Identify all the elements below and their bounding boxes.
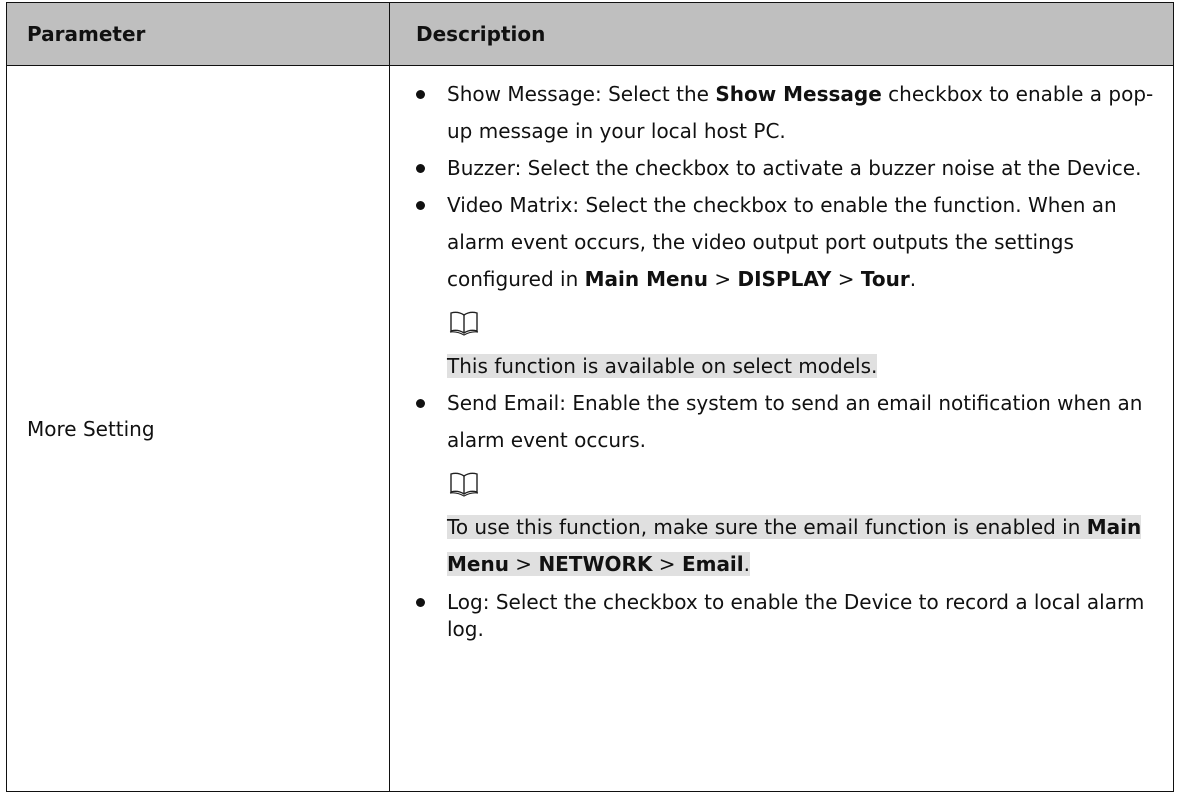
bullet-icon	[416, 598, 425, 607]
note-highlight: This function is available on select mod…	[447, 354, 878, 378]
book-note-icon	[449, 472, 479, 497]
list-item-show-message: Show Message: Select the Show Message ch…	[416, 76, 1163, 150]
menu-path-main-menu: Main Menu	[584, 267, 709, 291]
note-block-models: This function is available on select mod…	[416, 310, 1163, 385]
book-note-icon	[449, 311, 479, 336]
menu-path-network: NETWORK	[538, 552, 653, 576]
list-item-buzzer: Buzzer: Select the checkbox to activate …	[416, 150, 1163, 187]
bullet-icon	[416, 201, 425, 210]
description-cell: Show Message: Select the Show Message ch…	[389, 65, 1174, 792]
buzzer-text: Buzzer: Select the checkbox to activate …	[447, 156, 1142, 180]
sentence-end: .	[743, 552, 751, 576]
table-row: More Setting Show Message: Select the Sh…	[6, 65, 1174, 792]
show-message-bold: Show Message	[715, 82, 882, 106]
email-note-lead: To use this function, make sure the emai…	[447, 515, 1087, 539]
menu-path-separator: >	[652, 552, 682, 576]
bullet-icon	[416, 90, 425, 99]
log-text: Log: Select the checkbox to enable the D…	[447, 590, 1145, 641]
note-block-email: To use this function, make sure the emai…	[416, 471, 1163, 583]
note-text-models: This function is available on select mod…	[447, 348, 1163, 385]
bullet-icon	[416, 164, 425, 173]
menu-path-email: Email	[681, 552, 744, 576]
menu-path-display: DISPLAY	[737, 267, 832, 291]
parameter-cell: More Setting	[6, 65, 390, 792]
show-message-lead: Show Message: Select the	[447, 82, 716, 106]
note-text-email: To use this function, make sure the emai…	[447, 509, 1163, 583]
sentence-end: .	[909, 267, 917, 291]
header-description: Description	[389, 2, 1174, 66]
table-header-row: Parameter Description	[6, 2, 1174, 66]
bullet-icon	[416, 399, 425, 408]
parameter-table: Parameter Description More Setting Show …	[6, 2, 1174, 792]
list-item-send-email: Send Email: Enable the system to send an…	[416, 385, 1163, 459]
menu-path-separator: >	[831, 267, 861, 291]
menu-path-separator: >	[708, 267, 738, 291]
menu-path-tour: Tour	[860, 267, 910, 291]
header-parameter: Parameter	[6, 2, 390, 66]
send-email-text: Send Email: Enable the system to send an…	[447, 391, 1143, 452]
note-highlight: To use this function, make sure the emai…	[447, 515, 1142, 576]
list-item-log: Log: Select the checkbox to enable the D…	[416, 583, 1163, 643]
list-item-video-matrix: Video Matrix: Select the checkbox to ena…	[416, 187, 1163, 298]
menu-path-separator: >	[508, 552, 539, 576]
